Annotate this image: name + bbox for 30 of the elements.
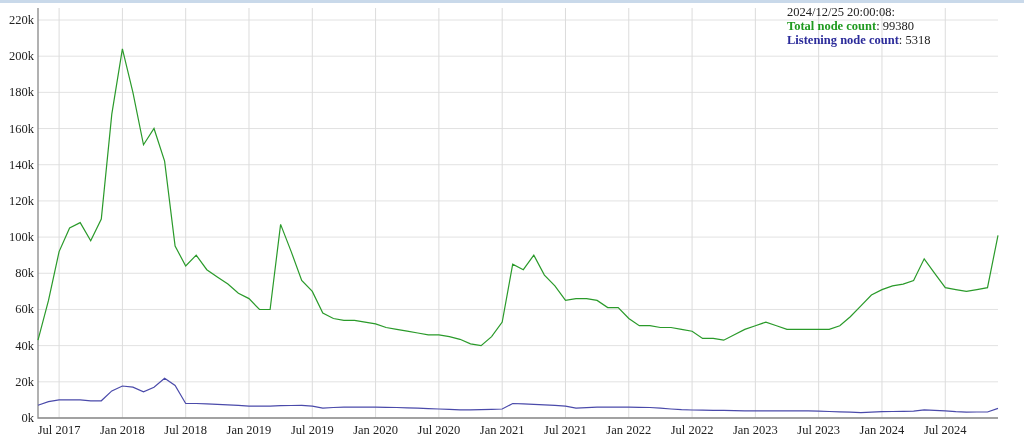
- axis-tick-label: Jan 2019: [226, 423, 272, 437]
- axis-tick-label: Jul 2017: [37, 423, 81, 437]
- axis-tick-label: 220k: [9, 13, 34, 27]
- axis-tick-label: Jul 2023: [797, 423, 840, 437]
- axis-tick-label: 60k: [15, 302, 34, 317]
- axis-tick-label: Jan 2022: [606, 423, 652, 437]
- axis-tick-label: Jul 2022: [670, 423, 714, 437]
- axis-tick-label: Jul 2020: [417, 423, 461, 437]
- axis-tick-label: Jul 2019: [290, 423, 334, 437]
- axis-tick-label: 80k: [15, 266, 34, 281]
- axis-tick-label: 40k: [15, 338, 34, 353]
- axis-tick-label: 20k: [15, 374, 34, 389]
- axis-tick-label: Jan 2021: [479, 423, 525, 437]
- axis-tick-label: Jul 2021: [544, 423, 587, 437]
- legend-entry: Total node count: 99380: [787, 19, 915, 33]
- axis-tick-label: 100k: [9, 230, 34, 245]
- axis-tick-label: Jul 2018: [164, 423, 208, 437]
- legend-timestamp: 2024/12/25 20:00:08:: [787, 5, 896, 19]
- axis-tick-label: 200k: [9, 49, 34, 64]
- axis-tick-label: 140k: [9, 157, 34, 172]
- axis-tick-label: Jul 2024: [923, 423, 967, 437]
- axis-tick-label: 120k: [9, 193, 34, 208]
- axis-tick-label: 180k: [9, 85, 34, 100]
- axis-tick-label: 160k: [9, 121, 34, 136]
- legend-entry: Listening node count: 5318: [787, 33, 931, 47]
- axis-tick-label: 0k: [21, 411, 34, 425]
- axis-tick-label: Jan 2020: [353, 423, 398, 437]
- axis-tick-label: Jan 2018: [100, 423, 145, 437]
- axis-tick-label: Jan 2024: [859, 423, 905, 437]
- axis-tick-label: Jan 2023: [732, 423, 778, 437]
